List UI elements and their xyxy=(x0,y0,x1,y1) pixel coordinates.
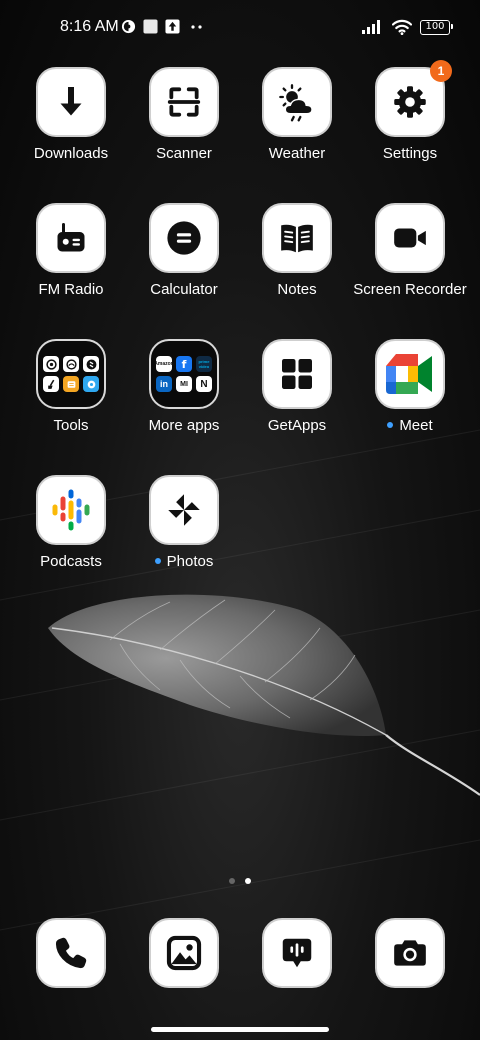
app-label: Notes xyxy=(277,281,317,298)
new-install-dot xyxy=(387,422,394,428)
app-icon: 1 xyxy=(375,60,452,137)
app-label: Tools xyxy=(53,417,89,434)
app-label: Downloads xyxy=(33,145,109,162)
folder-tools[interactable]: Tools xyxy=(21,339,121,435)
pinwheel-icon xyxy=(168,494,200,526)
app-label: Weather xyxy=(268,145,326,162)
app-fm-radio[interactable]: FM Radio xyxy=(21,203,121,299)
system-status-icons: 100 xyxy=(362,19,453,35)
app-podcasts[interactable]: Podcasts xyxy=(21,475,121,571)
signal-icon xyxy=(362,20,380,34)
shazam-icon xyxy=(83,356,99,372)
app-icon xyxy=(262,67,332,137)
dock-camera[interactable] xyxy=(360,918,460,988)
prime-video-icon: prime video xyxy=(196,356,212,372)
app-icon xyxy=(149,203,219,273)
app-getapps[interactable]: GetApps xyxy=(247,339,347,435)
dock-gallery[interactable] xyxy=(134,918,234,988)
app-label: Photos xyxy=(122,553,246,571)
folder-preview xyxy=(43,356,99,392)
app-icon xyxy=(262,203,332,273)
app-label: GetApps xyxy=(267,417,327,434)
folder-icon: Amazon f prime video in MI N xyxy=(149,339,219,409)
grid-icon xyxy=(282,359,312,389)
more-notifications-icon xyxy=(191,25,202,29)
mi-remote-icon xyxy=(83,376,99,392)
app-label: Podcasts xyxy=(40,553,102,570)
camera-icon xyxy=(394,940,426,966)
linkedin-icon: in xyxy=(156,376,172,392)
app-calculator[interactable]: Calculator xyxy=(134,203,234,299)
wifi-icon xyxy=(392,19,412,35)
app-label: Meet xyxy=(348,417,472,435)
file-manager-icon xyxy=(63,376,79,392)
amazon-icon: Amazon xyxy=(154,356,174,372)
app-label-text: Photos xyxy=(166,553,214,570)
page-dot-active[interactable] xyxy=(245,878,251,884)
gear-icon xyxy=(394,86,426,118)
notification-badge: 1 xyxy=(430,60,452,82)
cleaner-icon xyxy=(43,376,59,392)
clock-time: 8:16 AM xyxy=(60,18,119,35)
page-dot[interactable] xyxy=(229,878,235,884)
app-downloads[interactable]: Downloads xyxy=(21,67,121,163)
app-icon xyxy=(149,918,219,988)
status-bar: 8:16 AM 100 xyxy=(0,0,480,56)
app-icon xyxy=(375,918,445,988)
app-notes[interactable]: Notes xyxy=(247,203,347,299)
app-label: Calculator xyxy=(150,281,218,298)
app-icon xyxy=(262,918,332,988)
app-label: Settings xyxy=(382,145,438,162)
video-camera-icon xyxy=(394,228,426,248)
calculator-icon xyxy=(167,221,201,255)
book-icon xyxy=(281,224,313,253)
facebook-icon: f xyxy=(176,356,192,372)
app-settings[interactable]: 1 Settings xyxy=(360,60,460,163)
app-icon xyxy=(149,67,219,137)
gallery-icon xyxy=(166,935,202,971)
google-meet-icon xyxy=(386,354,432,394)
app-screen-recorder[interactable]: Screen Recorder xyxy=(353,203,467,299)
app-label: Scanner xyxy=(156,145,212,162)
data-saver-icon xyxy=(121,19,136,34)
app-label: More apps xyxy=(148,417,220,434)
app-icon xyxy=(375,203,445,273)
phone-icon xyxy=(55,937,87,969)
app-icon xyxy=(149,475,219,545)
app-label: Screen Recorder xyxy=(353,281,467,298)
app-label: FM Radio xyxy=(38,281,104,298)
app-label-text: Meet xyxy=(399,417,433,434)
netflix-icon: N xyxy=(196,376,212,392)
app-scanner[interactable]: Scanner xyxy=(134,67,234,163)
scanner-icon xyxy=(167,87,201,117)
dock-phone[interactable] xyxy=(21,918,121,988)
app-icon xyxy=(375,339,445,409)
app-weather[interactable]: Weather xyxy=(247,67,347,163)
download-arrow-icon xyxy=(60,87,82,116)
app-icon xyxy=(36,918,106,988)
new-install-dot xyxy=(154,558,161,564)
dock-messages[interactable] xyxy=(247,918,347,988)
page-indicator[interactable] xyxy=(0,878,480,884)
google-podcasts-icon xyxy=(52,489,90,531)
app-icon xyxy=(36,475,106,545)
battery-icon: 100 xyxy=(420,19,453,35)
app-icon xyxy=(36,67,106,137)
app-icon xyxy=(262,339,332,409)
compass-icon xyxy=(43,356,59,372)
app-icon xyxy=(36,203,106,273)
folder-more-apps[interactable]: Amazon f prime video in MI N More apps xyxy=(134,339,234,435)
weather-icon xyxy=(279,84,313,122)
mi-icon: MI xyxy=(176,376,192,392)
radio-icon xyxy=(57,223,85,252)
clock-icon xyxy=(63,356,79,372)
app-meet[interactable]: Meet xyxy=(360,339,460,435)
image-notification-icon xyxy=(143,19,158,34)
upload-notification-icon xyxy=(165,19,180,34)
folder-icon xyxy=(36,339,106,409)
folder-preview: Amazon f prime video in MI N xyxy=(154,356,212,392)
app-photos[interactable]: Photos xyxy=(134,475,234,571)
message-icon xyxy=(282,938,312,968)
home-indicator[interactable] xyxy=(151,1027,329,1032)
